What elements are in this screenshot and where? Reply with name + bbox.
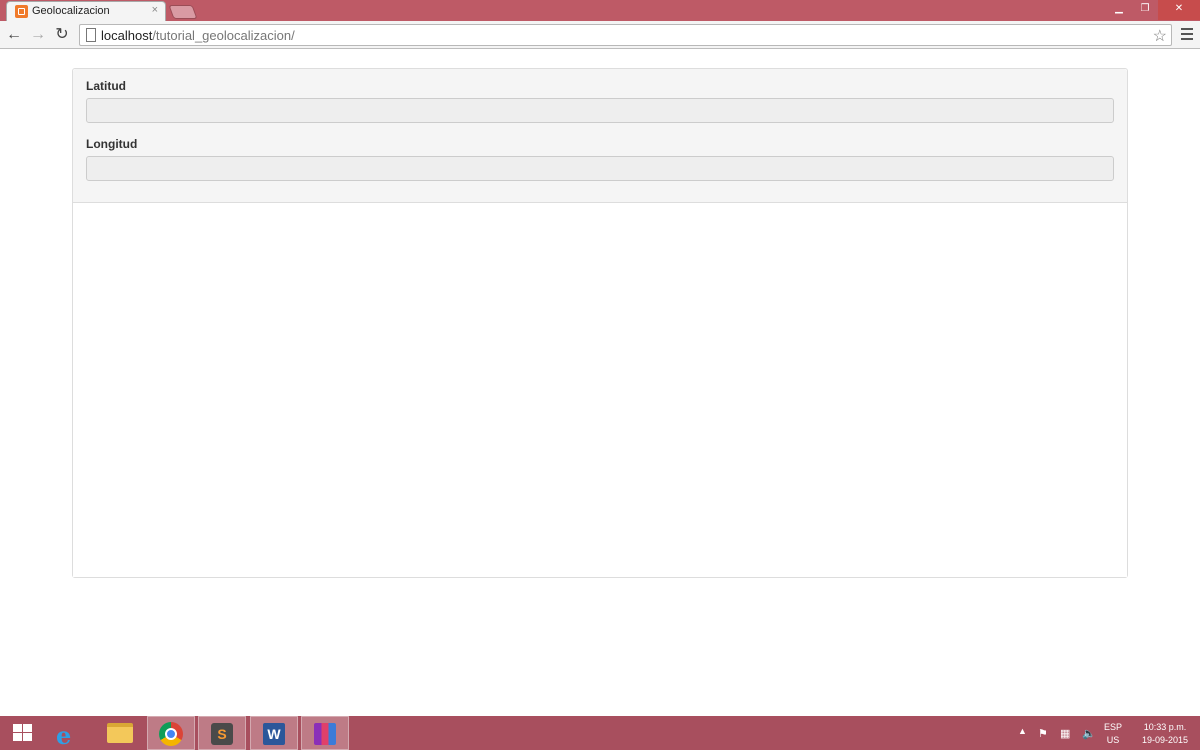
taskbar-word[interactable]: W [250,716,298,750]
action-center-flag-icon[interactable]: ⚑ [1038,727,1052,740]
address-bar[interactable]: localhost/tutorial_geolocalizacion/ ☆ [79,24,1172,46]
word-icon: W [263,723,285,745]
lang-region: US [1106,735,1120,745]
url-path: /tutorial_geolocalizacion/ [152,28,295,43]
coordinates-form: Latitud Longitud [73,69,1127,203]
geolocation-panel: Latitud Longitud [72,68,1128,578]
start-button[interactable] [4,716,40,750]
map-container[interactable] [73,203,1127,577]
taskbar-winrar[interactable] [301,716,349,750]
latitude-input[interactable] [86,98,1114,123]
taskbar-internet-explorer[interactable]: e [44,716,92,750]
sublime-text-icon: S [211,723,233,745]
new-tab-button[interactable] [168,5,198,19]
longitude-label: Longitud [86,137,138,151]
folder-icon [107,723,133,743]
taskbar-sublime-text[interactable]: S [198,716,246,750]
back-icon[interactable]: ← [3,24,25,46]
xampp-favicon-icon [15,5,28,18]
close-window-icon[interactable]: ✕ [1158,0,1200,20]
minimize-icon[interactable]: ▁ [1106,0,1132,20]
winrar-icon [314,723,336,745]
window-controls: ▁ ❐ ✕ [1106,0,1200,20]
lang-code: ESP [1103,722,1122,732]
clock-time: 10:33 p.m. [1143,722,1187,732]
latitude-label: Latitud [86,79,126,93]
menu-icon[interactable] [1179,25,1195,45]
clock[interactable]: 10:33 p.m. 19-09-2015 [1134,721,1196,747]
page-icon [86,28,96,42]
reload-icon[interactable]: ↻ [51,24,73,46]
windows-logo-icon [13,724,33,742]
internet-explorer-icon: e [56,721,72,750]
browser-titlebar: Geolocalizacion × ▁ ❐ ✕ [0,0,1200,22]
tab-close-icon[interactable]: × [152,4,158,16]
bookmark-star-icon[interactable]: ☆ [1153,26,1167,46]
input-language[interactable]: ESP US [1102,721,1124,747]
network-icon[interactable]: ▦ [1060,727,1074,740]
chrome-icon [159,722,183,746]
taskbar-chrome[interactable] [147,716,195,750]
volume-icon[interactable]: 🔈 [1082,727,1096,740]
show-hidden-icons-icon[interactable]: ▲ [1018,726,1027,736]
browser-tab[interactable]: Geolocalizacion × [6,1,166,22]
browser-toolbar: ← → ↻ localhost/tutorial_geolocalizacion… [0,21,1200,49]
taskbar: e S W ▲ ⚑ ▦ 🔈 ESP US 10:33 p.m. 19-09-2015 [0,716,1200,750]
tab-title: Geolocalizacion [32,5,110,17]
url-host: localhost [101,28,153,43]
restore-icon[interactable]: ❐ [1132,0,1158,20]
taskbar-file-explorer[interactable] [96,716,144,750]
url-text: localhost/tutorial_geolocalizacion/ [101,28,295,43]
longitude-input[interactable] [86,156,1114,181]
clock-date: 19-09-2015 [1141,735,1189,745]
forward-icon[interactable]: → [27,24,49,46]
